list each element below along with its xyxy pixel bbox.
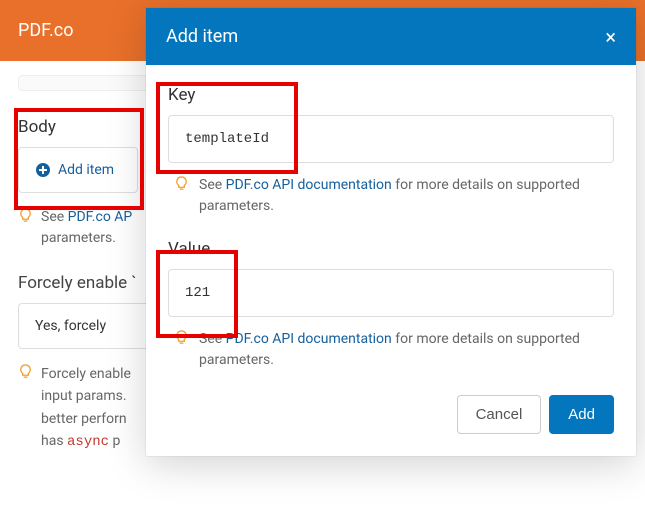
- bg-hint-text: See PDF.co AP parameters.: [41, 207, 132, 249]
- plus-circle-icon: [35, 162, 51, 178]
- add-item-modal: Add item × Key See PDF.co API documentat…: [146, 8, 636, 456]
- lightbulb-icon: [18, 208, 33, 230]
- modal-footer: Cancel Add: [146, 395, 636, 456]
- key-hint: See PDF.co API documentation for more de…: [168, 175, 614, 217]
- bg-api-doc-link[interactable]: PDF.co AP: [68, 209, 133, 225]
- forcely-enable-value: Yes, forcely: [35, 318, 106, 334]
- modal-header: Add item ×: [146, 8, 636, 65]
- lightbulb-icon: [174, 330, 189, 352]
- forcely-hint-text: Forcely enable input params. better perf…: [41, 363, 131, 454]
- add-item-label: Add item: [58, 162, 114, 178]
- value-input[interactable]: [168, 269, 614, 317]
- value-hint-text: See PDF.co API documentation for more de…: [199, 329, 614, 371]
- cancel-button[interactable]: Cancel: [457, 395, 542, 434]
- add-item-button[interactable]: Add item: [18, 147, 138, 193]
- modal-body: Key See PDF.co API documentation for mor…: [146, 65, 636, 395]
- modal-title: Add item: [166, 26, 238, 47]
- api-doc-link[interactable]: PDF.co API documentation: [226, 331, 392, 347]
- async-code: async: [67, 434, 109, 450]
- close-icon[interactable]: ×: [605, 27, 616, 47]
- lightbulb-icon: [18, 364, 33, 386]
- key-hint-text: See PDF.co API documentation for more de…: [199, 175, 614, 217]
- key-input[interactable]: [168, 115, 614, 163]
- value-label: Value: [168, 239, 614, 259]
- lightbulb-icon: [174, 176, 189, 198]
- key-label: Key: [168, 85, 614, 105]
- value-hint: See PDF.co API documentation for more de…: [168, 329, 614, 371]
- api-doc-link[interactable]: PDF.co API documentation: [226, 177, 392, 193]
- brand-label: PDF.co: [18, 20, 74, 41]
- add-button[interactable]: Add: [549, 395, 614, 434]
